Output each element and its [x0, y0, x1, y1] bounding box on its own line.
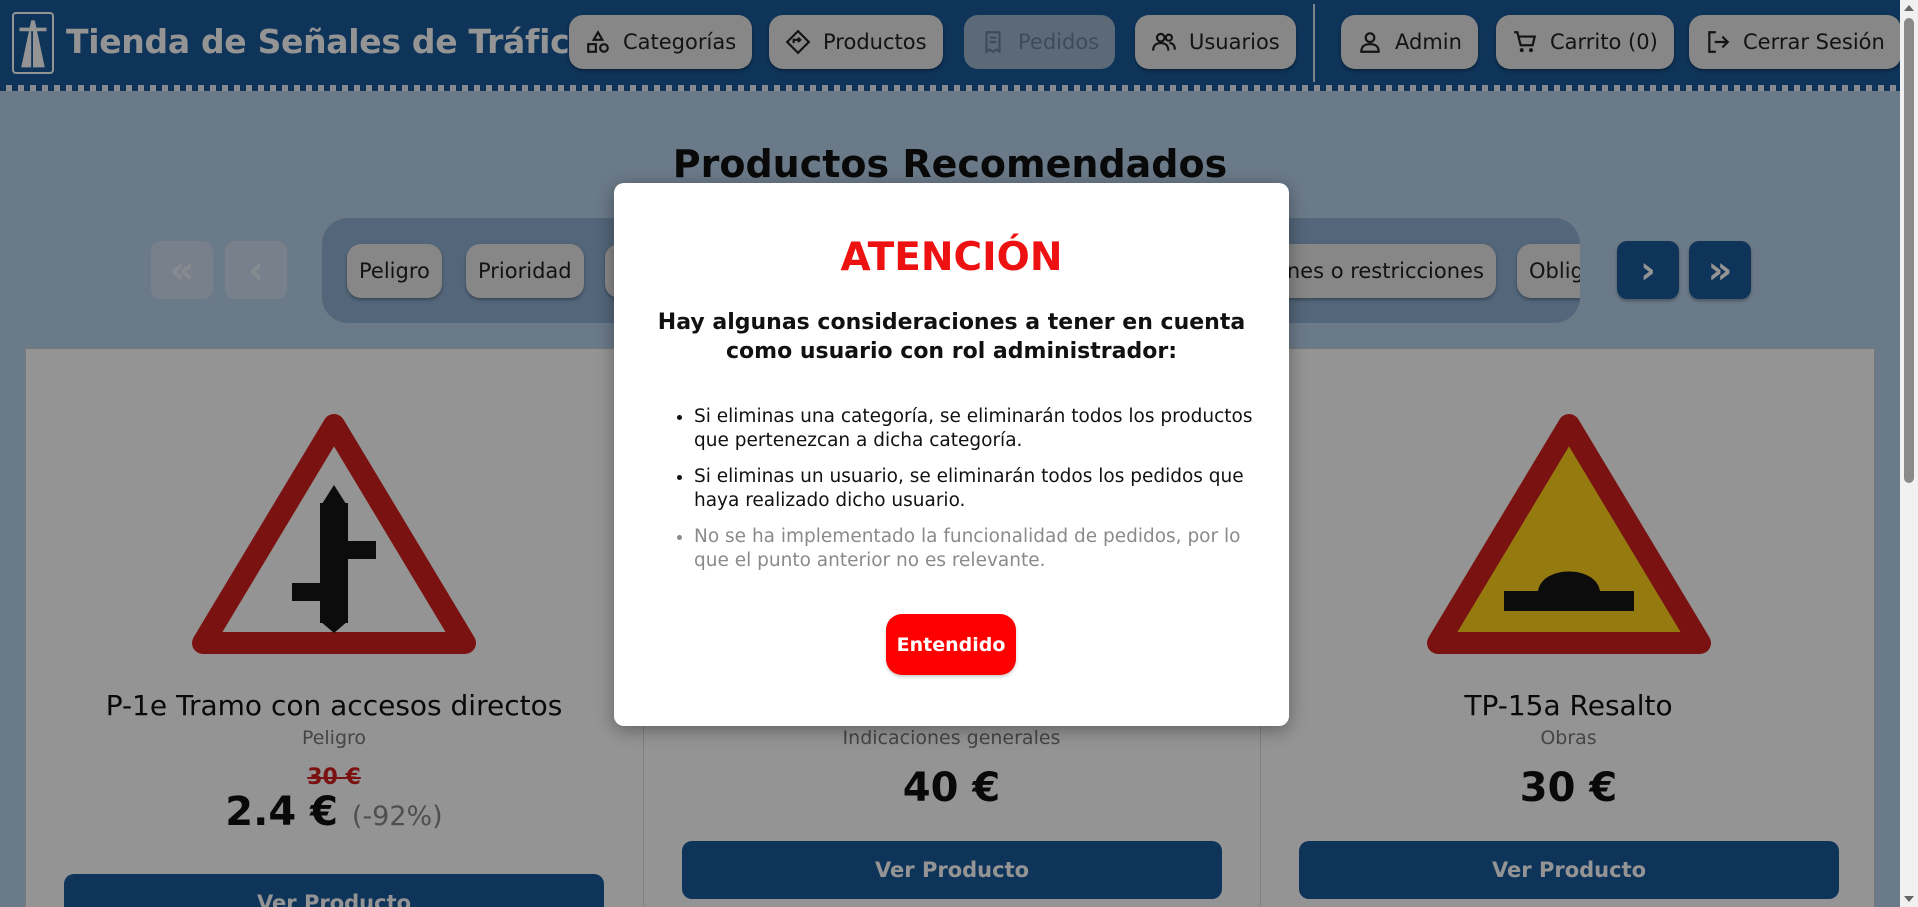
- admin-warning-modal: ATENCIÓN Hay algunas consideraciones a t…: [614, 183, 1289, 726]
- modal-subtitle: Hay algunas consideraciones a tener en c…: [657, 310, 1246, 364]
- modal-list-item: Si eliminas un usuario, se eliminarán to…: [694, 465, 1264, 513]
- modal-list-item: Si eliminas una categoría, se eliminarán…: [694, 405, 1264, 453]
- modal-title: ATENCIÓN: [840, 235, 1063, 280]
- scroll-up-arrow-icon[interactable]: [1904, 5, 1914, 11]
- scroll-down-arrow-icon[interactable]: [1904, 896, 1914, 902]
- modal-list-item: No se ha implementado la funcionalidad d…: [694, 525, 1264, 573]
- entendido-button[interactable]: Entendido: [886, 614, 1016, 675]
- scrollbar-thumb[interactable]: [1904, 18, 1914, 483]
- scrollbar[interactable]: [1900, 0, 1918, 907]
- modal-list: Si eliminas una categoría, se eliminarán…: [694, 405, 1264, 585]
